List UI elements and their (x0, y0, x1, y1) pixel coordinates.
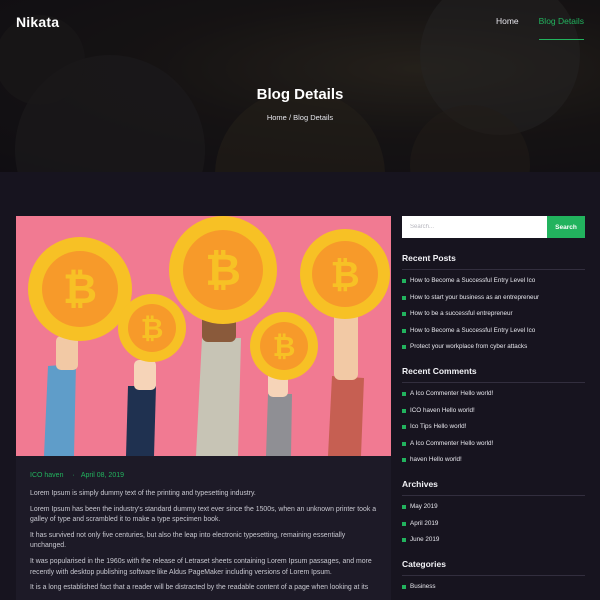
post-featured-image: ₿ ₿ ₿ ₿ ₿ (16, 216, 391, 456)
recent-post-link[interactable]: How to start your business as an entrepr… (410, 294, 539, 302)
square-bullet-icon (402, 505, 406, 509)
archive-link[interactable]: May 2019 (410, 503, 438, 511)
post-body: Lorem Ipsum is simply dummy text of the … (16, 479, 391, 594)
search-form: Search (402, 216, 585, 238)
bitcoin-icon: ₿ (169, 216, 277, 324)
archive-item[interactable]: April 2019 (402, 520, 585, 528)
square-bullet-icon (402, 328, 406, 333)
bitcoin-icon: ₿ (118, 294, 186, 362)
main-nav: Home Blog Details (496, 16, 585, 40)
archive-item[interactable]: June 2019 (402, 536, 585, 544)
search-input[interactable] (402, 216, 547, 238)
square-bullet-icon (402, 585, 406, 589)
recent-comment-item[interactable]: haven Hello world! (402, 456, 585, 464)
post-paragraph: It is a long established fact that a rea… (30, 584, 369, 592)
recent-comment-link[interactable]: A Ico Commenter Hello world! (410, 390, 493, 398)
square-bullet-icon (402, 312, 406, 316)
recent-post-link[interactable]: How to Become a Successful Entry Level I… (410, 327, 535, 335)
post-paragraph: It has survived not only five centuries,… (30, 531, 346, 550)
post-paragraph: Lorem Ipsum is simply dummy text of the … (30, 490, 256, 497)
bitcoin-icon: ₿ (300, 229, 390, 319)
bitcoin-icon: ₿ (28, 237, 132, 341)
breadcrumb: Home / Blog Details (0, 113, 600, 122)
categories-widget: Categories Business (402, 559, 585, 591)
widget-title-recent-comments: Recent Comments (402, 366, 585, 383)
blog-post: ₿ ₿ ₿ ₿ ₿ ICO haven April 08, 2019 Lorem… (16, 216, 391, 600)
archives-widget: Archives May 2019 April 2019 June 2019 (402, 479, 585, 544)
widget-title-categories: Categories (402, 559, 585, 576)
recent-post-item[interactable]: How to Become a Successful Entry Level I… (402, 277, 585, 285)
bitcoin-icon: ₿ (250, 312, 318, 380)
recent-comment-item[interactable]: A Ico Commenter Hello world! (402, 390, 585, 398)
square-bullet-icon (402, 392, 406, 396)
recent-comment-item[interactable]: A Ico Commenter Hello world! (402, 440, 585, 448)
recent-posts-widget: Recent Posts How to Become a Successful … (402, 253, 585, 351)
square-bullet-icon (402, 279, 406, 283)
page-title: Blog Details (256, 86, 344, 103)
square-bullet-icon (402, 441, 406, 446)
post-paragraph: Lorem Ipsum has been the industry's stan… (30, 505, 377, 524)
svg-text:₿: ₿ (330, 254, 359, 295)
recent-post-link[interactable]: How to be a successful entrepreneur (410, 310, 513, 318)
square-bullet-icon (402, 408, 406, 413)
recent-post-item[interactable]: Protect your workplace from cyber attack… (402, 343, 585, 351)
sidebar: Search Recent Posts How to Become a Succ… (402, 216, 585, 600)
post-meta: ICO haven April 08, 2019 (16, 456, 391, 479)
recent-comment-item[interactable]: ICO haven Hello world! (402, 407, 585, 415)
svg-text:₿: ₿ (63, 265, 97, 312)
svg-text:₿: ₿ (205, 246, 241, 295)
svg-text:₿: ₿ (273, 331, 296, 362)
square-bullet-icon (402, 458, 406, 462)
recent-comment-link[interactable]: Ico Tips Hello world! (410, 423, 466, 431)
widget-title-archives: Archives (402, 479, 585, 496)
recent-comment-link[interactable]: haven Hello world! (410, 456, 462, 464)
archive-link[interactable]: June 2019 (410, 536, 439, 544)
post-paragraph: It was popularised in the 1960s with the… (30, 557, 372, 576)
svg-text:₿: ₿ (141, 313, 164, 344)
recent-post-item[interactable]: How to start your business as an entrepr… (402, 294, 585, 302)
recent-post-item[interactable]: How to Become a Successful Entry Level I… (402, 327, 585, 335)
search-button[interactable]: Search (547, 216, 585, 238)
square-bullet-icon (402, 345, 406, 349)
site-logo[interactable]: Nikata (16, 14, 59, 30)
recent-comment-item[interactable]: Ico Tips Hello world! (402, 423, 585, 431)
recent-comments-widget: Recent Comments A Ico Commenter Hello wo… (402, 366, 585, 464)
square-bullet-icon (402, 295, 406, 300)
nav-item-blog-details[interactable]: Blog Details (538, 16, 585, 40)
recent-post-item[interactable]: How to be a successful entrepreneur (402, 310, 585, 318)
hero-banner: Nikata Home Blog Details Blog Details Ho… (0, 0, 600, 172)
square-bullet-icon (402, 538, 406, 542)
square-bullet-icon (402, 521, 406, 526)
square-bullet-icon (402, 425, 406, 429)
category-item[interactable]: Business (402, 583, 585, 591)
recent-comment-link[interactable]: ICO haven Hello world! (410, 407, 475, 415)
nav-item-home[interactable]: Home (496, 16, 519, 40)
archive-item[interactable]: May 2019 (402, 503, 585, 511)
breadcrumb-current: Blog Details (293, 113, 334, 122)
recent-post-link[interactable]: Protect your workplace from cyber attack… (410, 343, 527, 351)
post-category-link[interactable]: ICO haven (30, 472, 63, 479)
archive-link[interactable]: April 2019 (410, 520, 438, 528)
widget-title-recent-posts: Recent Posts (402, 253, 585, 270)
recent-post-link[interactable]: How to Become a Successful Entry Level I… (410, 277, 535, 285)
recent-comment-link[interactable]: A Ico Commenter Hello world! (410, 440, 493, 448)
post-date[interactable]: April 08, 2019 (72, 472, 124, 479)
breadcrumb-home[interactable]: Home (267, 113, 287, 122)
category-link[interactable]: Business (410, 583, 436, 591)
